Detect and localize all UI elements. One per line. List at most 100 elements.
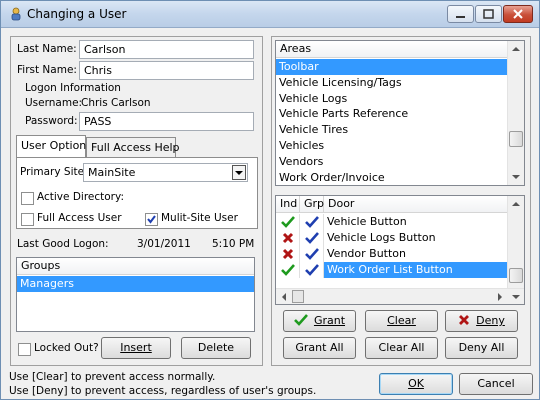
ok-button-label: OK bbox=[408, 377, 424, 390]
ind-cell[interactable] bbox=[276, 230, 300, 246]
minimize-icon bbox=[456, 16, 465, 18]
doors-vertical-scrollbar[interactable] bbox=[507, 196, 524, 288]
insert-button[interactable]: Insert bbox=[101, 337, 171, 359]
maximize-icon bbox=[483, 9, 494, 19]
locked-out-checkbox[interactable] bbox=[18, 343, 31, 356]
dialog-window: Changing a User Last Name: Carlson First… bbox=[0, 0, 540, 400]
list-item-group[interactable]: Managers bbox=[17, 276, 254, 292]
list-item-area[interactable]: Vehicle Licensing/Tags bbox=[276, 75, 507, 91]
doors-horizontal-scrollbar[interactable] bbox=[276, 288, 524, 304]
first-name-input[interactable]: Chris bbox=[79, 61, 254, 80]
scroll-up-icon[interactable] bbox=[512, 202, 520, 206]
first-name-label: First Name: bbox=[17, 64, 77, 76]
cancel-button-label: Cancel bbox=[477, 377, 515, 390]
scroll-thumb[interactable] bbox=[509, 268, 523, 283]
username-value: Chris Carlson bbox=[81, 97, 151, 109]
list-item-area[interactable]: Work Order/Invoice bbox=[276, 170, 507, 185]
scroll-down-icon[interactable] bbox=[512, 175, 520, 179]
scroll-left-icon[interactable] bbox=[282, 293, 286, 301]
door-row[interactable]: Vehicle Button bbox=[324, 214, 507, 230]
active-directory-checkbox[interactable] bbox=[21, 192, 34, 205]
clear-button-label: Clear bbox=[387, 314, 416, 327]
scroll-right-icon[interactable] bbox=[498, 293, 502, 301]
list-item-area[interactable]: Vehicle Logs bbox=[276, 91, 507, 107]
list-item-area[interactable]: Vehicle Parts Reference bbox=[276, 106, 507, 122]
user-details-panel: Last Name: Carlson First Name: Chris Log… bbox=[10, 36, 263, 366]
tab-full-access-help[interactable]: Full Access Help bbox=[86, 137, 180, 157]
active-directory-label: Active Directory: bbox=[37, 191, 124, 203]
grant-all-button[interactable]: Grant All bbox=[283, 337, 356, 359]
door-column-header: Door bbox=[324, 196, 507, 213]
door-row[interactable]: Vendor Button bbox=[324, 246, 507, 262]
access-rights-panel: Areas Toolbar Vehicle Licensing/Tags Vehic… bbox=[271, 36, 531, 366]
delete-button[interactable]: Delete bbox=[181, 337, 251, 359]
grp-cell[interactable] bbox=[300, 246, 324, 262]
groups-header: Groups bbox=[17, 258, 254, 275]
password-label: Password: bbox=[25, 115, 78, 127]
close-button[interactable] bbox=[503, 5, 533, 23]
grant-check-icon bbox=[305, 264, 319, 276]
minimize-button[interactable] bbox=[447, 5, 474, 23]
close-icon bbox=[513, 9, 523, 19]
tab-page-user-options: Primary Site: MainSite Active Directory:… bbox=[16, 157, 258, 229]
deny-x-icon bbox=[282, 232, 294, 244]
multi-site-user-checkbox[interactable] bbox=[145, 213, 158, 226]
list-item-area[interactable]: Toolbar bbox=[276, 59, 507, 75]
grp-column-header: Grp bbox=[300, 196, 324, 213]
deny-all-button-label: Deny All bbox=[458, 341, 505, 354]
list-item-area[interactable]: Vehicles bbox=[276, 138, 507, 154]
tab-user-options[interactable]: User Options bbox=[16, 135, 92, 157]
cancel-button[interactable]: Cancel bbox=[459, 373, 533, 395]
ind-cell[interactable] bbox=[276, 262, 300, 278]
grant-button[interactable]: Grant bbox=[283, 310, 356, 332]
deny-button[interactable]: Deny bbox=[445, 310, 518, 332]
deny-all-button[interactable]: Deny All bbox=[445, 337, 518, 359]
full-access-user-label: Full Access User bbox=[37, 212, 122, 224]
scroll-thumb[interactable] bbox=[292, 290, 304, 303]
grant-check-icon bbox=[294, 314, 308, 326]
grp-cell[interactable] bbox=[300, 214, 324, 230]
clear-all-button-label: Clear All bbox=[378, 341, 425, 354]
title-bar[interactable]: Changing a User bbox=[1, 1, 539, 28]
status-hint-clear: Use [Clear] to prevent access normally. bbox=[9, 371, 216, 383]
dropdown-button[interactable] bbox=[232, 165, 246, 180]
scroll-up-icon[interactable] bbox=[512, 47, 520, 51]
door-row[interactable]: Vehicle Logs Button bbox=[324, 230, 507, 246]
doors-grid[interactable]: Ind Grp Door Vehicle Button Vehicle Logs … bbox=[275, 195, 525, 305]
status-hint-deny: Use [Deny] to prevent access, regardless… bbox=[9, 385, 317, 397]
clear-all-button[interactable]: Clear All bbox=[365, 337, 438, 359]
last-good-logon-label: Last Good Logon: bbox=[17, 238, 109, 250]
maximize-button[interactable] bbox=[475, 5, 502, 23]
locked-out-label: Locked Out? bbox=[34, 342, 99, 354]
last-good-logon-time: 5:10 PM bbox=[212, 238, 255, 250]
areas-list[interactable]: Areas Toolbar Vehicle Licensing/Tags Vehic… bbox=[275, 40, 525, 186]
clear-button[interactable]: Clear bbox=[365, 310, 438, 332]
door-row[interactable]: Work Order List Button bbox=[324, 262, 507, 278]
scroll-thumb[interactable] bbox=[509, 131, 523, 147]
list-item-area[interactable]: Vendors bbox=[276, 154, 507, 170]
grant-check-icon bbox=[305, 232, 319, 244]
ind-cell[interactable] bbox=[276, 246, 300, 262]
multi-site-user-label: Mulit-Site User bbox=[161, 212, 238, 224]
list-item-area[interactable]: Vehicle Tires bbox=[276, 122, 507, 138]
scroll-down-icon[interactable] bbox=[512, 295, 520, 299]
areas-scrollbar[interactable] bbox=[507, 41, 524, 185]
primary-site-label: Primary Site: bbox=[20, 166, 88, 178]
ind-column-header: Ind bbox=[276, 196, 300, 213]
primary-site-select[interactable]: MainSite bbox=[83, 163, 248, 182]
last-name-input[interactable]: Carlson bbox=[79, 40, 254, 59]
full-access-user-checkbox[interactable] bbox=[21, 213, 34, 226]
insert-button-label: Insert bbox=[120, 341, 152, 354]
grant-check-icon bbox=[281, 264, 295, 276]
grp-cell[interactable] bbox=[300, 262, 324, 278]
grp-cell[interactable] bbox=[300, 230, 324, 246]
grant-check-icon bbox=[305, 248, 319, 260]
password-input[interactable]: PASS bbox=[79, 112, 254, 131]
areas-header: Areas bbox=[276, 41, 507, 58]
ok-button[interactable]: OK bbox=[379, 373, 453, 395]
ind-cell[interactable] bbox=[276, 214, 300, 230]
groups-list[interactable]: Groups Managers bbox=[16, 257, 255, 332]
deny-button-label: Deny bbox=[476, 314, 505, 327]
grant-button-label: Grant bbox=[313, 314, 346, 327]
user-key-icon bbox=[11, 7, 21, 21]
